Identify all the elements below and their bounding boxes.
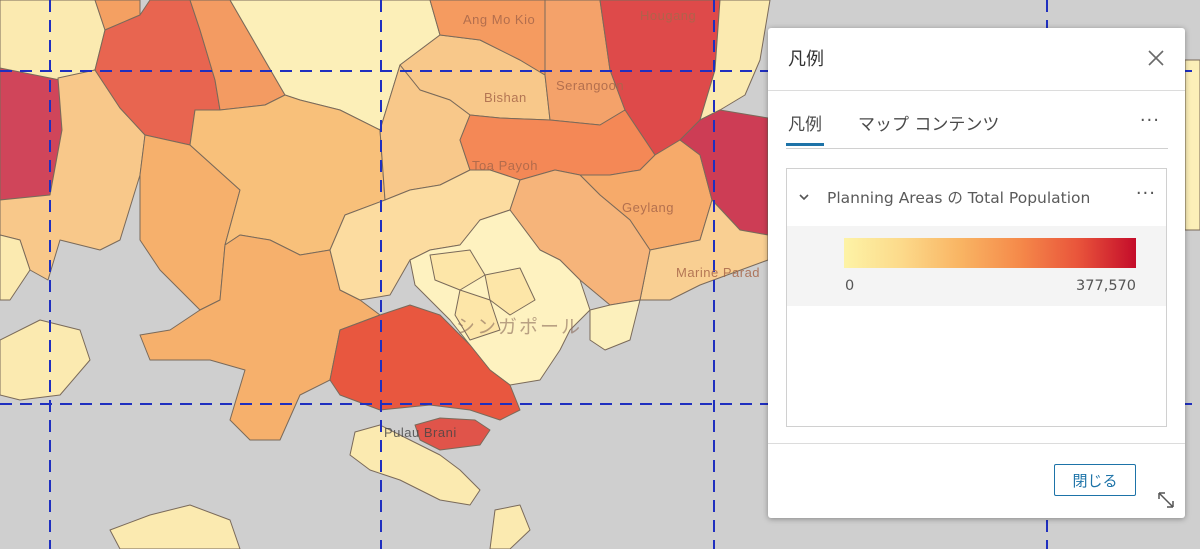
close-icon[interactable] — [1145, 47, 1167, 69]
chevron-down-icon[interactable] — [797, 189, 811, 203]
map-label-toa-payoh: Toa Payoh — [472, 158, 538, 173]
resize-icon[interactable] — [1155, 489, 1177, 511]
layer-title: Planning Areas の Total Population — [827, 189, 1091, 207]
map-label-marine-parade: Marine Parad — [676, 265, 761, 280]
map-label-singapore: シンガポール — [456, 317, 583, 338]
map-label-pulau-brani: Pulau Brani — [384, 425, 457, 440]
tab-map-contents[interactable]: マップ コンテンツ — [858, 112, 999, 146]
panel-header: 凡例 — [768, 28, 1185, 91]
map-label-geylang: Geylang — [622, 200, 674, 215]
layer-more-options-icon[interactable]: ··· — [1136, 183, 1156, 204]
panel-title: 凡例 — [788, 49, 824, 70]
planning-area[interactable] — [0, 0, 106, 81]
map-label-ang-mo-kio: Ang Mo Kio — [463, 12, 536, 27]
map-label-serangoon: Serangoon — [556, 78, 625, 93]
panel-tabs: 凡例 マップ コンテンツ ··· — [786, 110, 1168, 149]
planning-area[interactable] — [1184, 59, 1200, 231]
map-label-bishan: Bishan — [484, 90, 527, 105]
close-button[interactable]: 閉じる — [1054, 464, 1136, 496]
color-ramp — [844, 238, 1136, 268]
legend-panel: 凡例 凡例 マップ コンテンツ ··· Planning Areas の Tot… — [768, 28, 1185, 518]
layer-header: Planning Areas の Total Population ··· — [787, 169, 1166, 225]
legend-layer-card: Planning Areas の Total Population ··· 0 … — [786, 168, 1167, 427]
panel-footer-divider — [768, 443, 1185, 444]
ramp-max-label: 377,570 — [1076, 278, 1136, 294]
ramp-min-label: 0 — [845, 278, 855, 294]
map-label-hougang: Hougang — [640, 8, 697, 23]
color-ramp-area: 0 377,570 — [787, 226, 1166, 306]
more-options-icon[interactable]: ··· — [1140, 110, 1160, 131]
tab-legend[interactable]: 凡例 — [786, 112, 824, 146]
